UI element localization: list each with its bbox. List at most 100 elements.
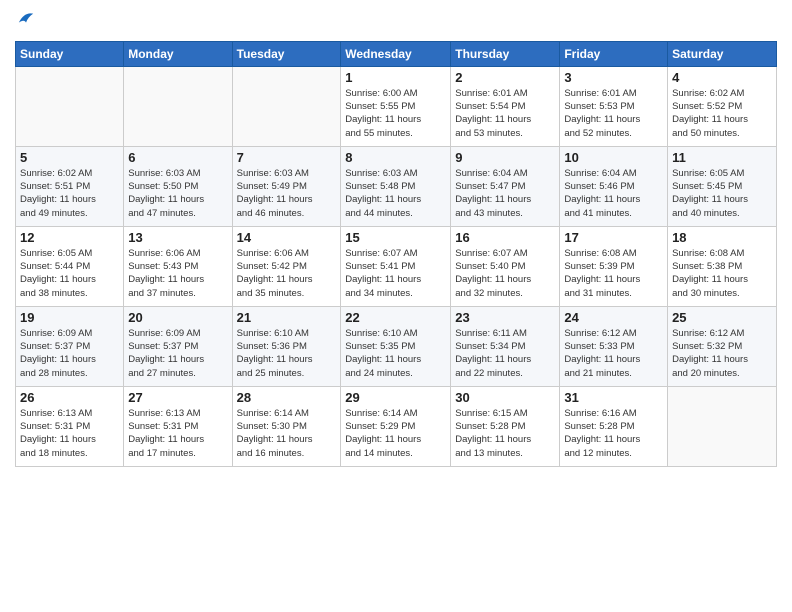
day-info: Sunrise: 6:12 AM Sunset: 5:32 PM Dayligh…	[672, 327, 772, 380]
calendar-day-header: Sunday	[16, 41, 124, 66]
calendar-week-row: 5 Sunrise: 6:02 AM Sunset: 5:51 PM Daylig…	[16, 146, 777, 226]
day-info: Sunrise: 6:11 AM Sunset: 5:34 PM Dayligh…	[455, 327, 555, 380]
day-number: 13	[128, 230, 227, 245]
day-info: Sunrise: 6:06 AM Sunset: 5:43 PM Dayligh…	[128, 247, 227, 300]
logo-text	[15, 10, 35, 33]
day-info: Sunrise: 6:06 AM Sunset: 5:42 PM Dayligh…	[237, 247, 337, 300]
day-info: Sunrise: 6:01 AM Sunset: 5:54 PM Dayligh…	[455, 87, 555, 140]
day-number: 31	[564, 390, 663, 405]
calendar-cell: 15Sunrise: 6:07 AM Sunset: 5:41 PM Dayli…	[341, 226, 451, 306]
day-info: Sunrise: 6:04 AM Sunset: 5:46 PM Dayligh…	[564, 167, 663, 220]
day-number: 21	[237, 310, 337, 325]
day-number: 6	[128, 150, 227, 165]
calendar-cell: 5 Sunrise: 6:02 AM Sunset: 5:51 PM Daylig…	[16, 146, 124, 226]
calendar-day-header: Tuesday	[232, 41, 341, 66]
calendar-day-header: Monday	[124, 41, 232, 66]
day-number: 8	[345, 150, 446, 165]
day-info: Sunrise: 6:10 AM Sunset: 5:35 PM Dayligh…	[345, 327, 446, 380]
calendar-cell: 31 Sunrise: 6:16 AM Sunset: 5:28 PM Dayli…	[560, 386, 668, 466]
day-number: 22	[345, 310, 446, 325]
calendar-cell: 22 Sunrise: 6:10 AM Sunset: 5:35 PM Dayli…	[341, 306, 451, 386]
day-info: Sunrise: 6:14 AM Sunset: 5:30 PM Dayligh…	[237, 407, 337, 460]
day-number: 7	[237, 150, 337, 165]
calendar-cell: 4 Sunrise: 6:02 AM Sunset: 5:52 PM Daylig…	[668, 66, 777, 146]
calendar-week-row: 19 Sunrise: 6:09 AM Sunset: 5:37 PM Dayli…	[16, 306, 777, 386]
calendar-cell: 3 Sunrise: 6:01 AM Sunset: 5:53 PM Daylig…	[560, 66, 668, 146]
calendar-cell	[124, 66, 232, 146]
day-number: 5	[20, 150, 119, 165]
day-number: 20	[128, 310, 227, 325]
day-info: Sunrise: 6:03 AM Sunset: 5:50 PM Dayligh…	[128, 167, 227, 220]
calendar-header-row: SundayMondayTuesdayWednesdayThursdayFrid…	[16, 41, 777, 66]
header	[15, 10, 777, 33]
day-info: Sunrise: 6:05 AM Sunset: 5:45 PM Dayligh…	[672, 167, 772, 220]
day-info: Sunrise: 6:03 AM Sunset: 5:49 PM Dayligh…	[237, 167, 337, 220]
day-number: 26	[20, 390, 119, 405]
calendar-cell: 19 Sunrise: 6:09 AM Sunset: 5:37 PM Dayli…	[16, 306, 124, 386]
day-info: Sunrise: 6:02 AM Sunset: 5:51 PM Dayligh…	[20, 167, 119, 220]
calendar-cell: 30 Sunrise: 6:15 AM Sunset: 5:28 PM Dayli…	[451, 386, 560, 466]
day-number: 17	[564, 230, 663, 245]
calendar-cell: 24Sunrise: 6:12 AM Sunset: 5:33 PM Dayli…	[560, 306, 668, 386]
calendar-cell: 27Sunrise: 6:13 AM Sunset: 5:31 PM Dayli…	[124, 386, 232, 466]
day-info: Sunrise: 6:09 AM Sunset: 5:37 PM Dayligh…	[128, 327, 227, 380]
day-number: 4	[672, 70, 772, 85]
day-info: Sunrise: 6:05 AM Sunset: 5:44 PM Dayligh…	[20, 247, 119, 300]
day-number: 11	[672, 150, 772, 165]
calendar-cell: 17Sunrise: 6:08 AM Sunset: 5:39 PM Dayli…	[560, 226, 668, 306]
day-number: 15	[345, 230, 446, 245]
day-number: 16	[455, 230, 555, 245]
calendar-cell	[16, 66, 124, 146]
day-info: Sunrise: 6:09 AM Sunset: 5:37 PM Dayligh…	[20, 327, 119, 380]
day-info: Sunrise: 6:07 AM Sunset: 5:40 PM Dayligh…	[455, 247, 555, 300]
calendar-cell: 11 Sunrise: 6:05 AM Sunset: 5:45 PM Dayli…	[668, 146, 777, 226]
day-info: Sunrise: 6:01 AM Sunset: 5:53 PM Dayligh…	[564, 87, 663, 140]
calendar-cell: 20 Sunrise: 6:09 AM Sunset: 5:37 PM Dayli…	[124, 306, 232, 386]
calendar-cell	[668, 386, 777, 466]
calendar-cell: 29 Sunrise: 6:14 AM Sunset: 5:29 PM Dayli…	[341, 386, 451, 466]
day-number: 3	[564, 70, 663, 85]
calendar-cell: 16 Sunrise: 6:07 AM Sunset: 5:40 PM Dayli…	[451, 226, 560, 306]
calendar-week-row: 1 Sunrise: 6:00 AM Sunset: 5:55 PM Daylig…	[16, 66, 777, 146]
calendar-cell: 26 Sunrise: 6:13 AM Sunset: 5:31 PM Dayli…	[16, 386, 124, 466]
day-info: Sunrise: 6:08 AM Sunset: 5:38 PM Dayligh…	[672, 247, 772, 300]
calendar-cell: 10 Sunrise: 6:04 AM Sunset: 5:46 PM Dayli…	[560, 146, 668, 226]
page-container: SundayMondayTuesdayWednesdayThursdayFrid…	[0, 0, 792, 477]
day-info: Sunrise: 6:00 AM Sunset: 5:55 PM Dayligh…	[345, 87, 446, 140]
day-info: Sunrise: 6:03 AM Sunset: 5:48 PM Dayligh…	[345, 167, 446, 220]
day-info: Sunrise: 6:04 AM Sunset: 5:47 PM Dayligh…	[455, 167, 555, 220]
calendar-cell: 12Sunrise: 6:05 AM Sunset: 5:44 PM Dayli…	[16, 226, 124, 306]
day-info: Sunrise: 6:13 AM Sunset: 5:31 PM Dayligh…	[20, 407, 119, 460]
calendar-cell: 18 Sunrise: 6:08 AM Sunset: 5:38 PM Dayli…	[668, 226, 777, 306]
day-number: 24	[564, 310, 663, 325]
calendar-cell: 21Sunrise: 6:10 AM Sunset: 5:36 PM Dayli…	[232, 306, 341, 386]
calendar-cell: 28Sunrise: 6:14 AM Sunset: 5:30 PM Dayli…	[232, 386, 341, 466]
day-number: 18	[672, 230, 772, 245]
calendar-week-row: 12Sunrise: 6:05 AM Sunset: 5:44 PM Dayli…	[16, 226, 777, 306]
calendar-cell: 13 Sunrise: 6:06 AM Sunset: 5:43 PM Dayli…	[124, 226, 232, 306]
calendar-cell: 14Sunrise: 6:06 AM Sunset: 5:42 PM Dayli…	[232, 226, 341, 306]
day-info: Sunrise: 6:15 AM Sunset: 5:28 PM Dayligh…	[455, 407, 555, 460]
day-info: Sunrise: 6:16 AM Sunset: 5:28 PM Dayligh…	[564, 407, 663, 460]
day-number: 1	[345, 70, 446, 85]
day-number: 29	[345, 390, 446, 405]
day-number: 9	[455, 150, 555, 165]
day-number: 10	[564, 150, 663, 165]
day-info: Sunrise: 6:14 AM Sunset: 5:29 PM Dayligh…	[345, 407, 446, 460]
calendar-cell: 7 Sunrise: 6:03 AM Sunset: 5:49 PM Daylig…	[232, 146, 341, 226]
day-number: 19	[20, 310, 119, 325]
calendar-cell: 9 Sunrise: 6:04 AM Sunset: 5:47 PM Daylig…	[451, 146, 560, 226]
calendar-cell: 2 Sunrise: 6:01 AM Sunset: 5:54 PM Daylig…	[451, 66, 560, 146]
day-number: 2	[455, 70, 555, 85]
day-number: 23	[455, 310, 555, 325]
calendar-cell	[232, 66, 341, 146]
day-info: Sunrise: 6:13 AM Sunset: 5:31 PM Dayligh…	[128, 407, 227, 460]
calendar-cell: 23 Sunrise: 6:11 AM Sunset: 5:34 PM Dayli…	[451, 306, 560, 386]
day-number: 30	[455, 390, 555, 405]
calendar-day-header: Wednesday	[341, 41, 451, 66]
day-info: Sunrise: 6:02 AM Sunset: 5:52 PM Dayligh…	[672, 87, 772, 140]
logo	[15, 10, 35, 33]
calendar-day-header: Thursday	[451, 41, 560, 66]
logo-bird-icon	[17, 10, 35, 28]
calendar-week-row: 26 Sunrise: 6:13 AM Sunset: 5:31 PM Dayli…	[16, 386, 777, 466]
